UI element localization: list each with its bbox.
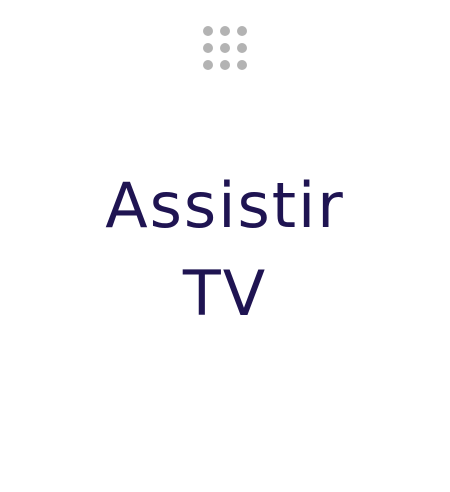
handle-dot xyxy=(220,43,230,53)
handle-dot xyxy=(237,60,247,70)
tile-title-line-2: TV xyxy=(182,257,268,330)
handle-dot xyxy=(237,43,247,53)
handle-dot xyxy=(203,26,213,36)
handle-dot xyxy=(203,43,213,53)
grid-dots-icon[interactable] xyxy=(203,26,247,70)
tile-title-line-1: Assistir xyxy=(105,169,345,242)
handle-dot xyxy=(203,60,213,70)
app-tile[interactable]: Assistir TV xyxy=(0,0,450,492)
handle-dot xyxy=(220,60,230,70)
handle-dot xyxy=(220,26,230,36)
tile-title: Assistir TV xyxy=(0,162,450,338)
handle-dot xyxy=(237,26,247,36)
